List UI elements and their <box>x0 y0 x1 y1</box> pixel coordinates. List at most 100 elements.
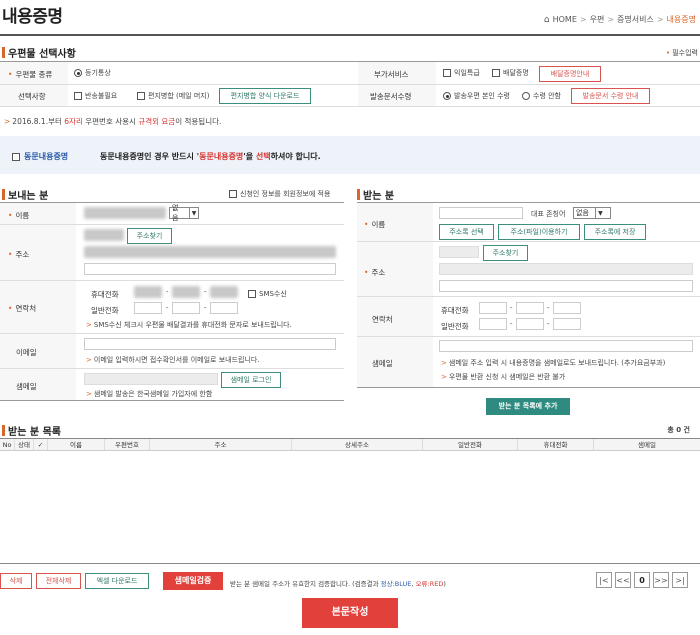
mail-options-title: 우편물 선택사항 <box>2 45 76 60</box>
prev-page-icon[interactable]: << <box>615 572 631 588</box>
no-return-checkbox[interactable] <box>74 92 82 100</box>
no-return-option[interactable]: 반송불필요 <box>74 91 117 101</box>
letter-merge-option[interactable]: 편지병합 (메일 머지) <box>137 91 209 101</box>
label-column <box>0 203 76 400</box>
col-name: 이름 <box>48 439 105 450</box>
mail-type-label: • 우편물 종류 <box>8 70 53 79</box>
sender-name-select[interactable]: 없음 ▼ <box>169 204 199 222</box>
add-receiver-button[interactable]: 받는 분 목록에 추가 <box>486 398 570 415</box>
breadcrumb-post[interactable]: 우편 <box>590 14 605 25</box>
next-day-checkbox[interactable] <box>443 69 451 77</box>
return-none-option[interactable]: 수령 안함 <box>522 91 561 101</box>
divider <box>0 400 344 401</box>
mail-type-option[interactable]: 등기통상 <box>74 68 111 78</box>
receiver-mobile-2[interactable] <box>516 302 544 314</box>
sender-samail-input[interactable] <box>84 373 218 385</box>
sender-mobile-2[interactable] <box>172 286 200 298</box>
sender-phone-2[interactable] <box>172 302 200 314</box>
sender-postcode-input[interactable] <box>84 229 124 241</box>
col-status: 상태 <box>15 439 34 450</box>
sender-phone-1[interactable] <box>134 302 162 314</box>
current-page[interactable]: 0 <box>634 572 650 588</box>
col-mobile: 휴대전화 <box>518 439 594 450</box>
sender-mobile-1[interactable] <box>134 286 162 298</box>
breadcrumb-cert[interactable]: 증명서비스 <box>617 14 654 25</box>
sender-mobile-3[interactable] <box>210 286 238 298</box>
apply-member-checkbox[interactable] <box>229 190 237 198</box>
sender-contact-label: • 연락처 <box>8 304 37 313</box>
divider <box>0 280 344 281</box>
sender-phone-label: 일반전화 <box>91 306 119 315</box>
breadcrumb-sep: > <box>607 15 615 24</box>
section-bar-icon <box>357 189 360 200</box>
letter-merge-checkbox[interactable] <box>137 92 145 100</box>
address-book-save-button[interactable]: 주소록에 저장 <box>584 224 646 240</box>
return-none-radio[interactable] <box>522 92 530 100</box>
receiver-mobile-1[interactable] <box>479 302 507 314</box>
receiver-mobile-3[interactable] <box>553 302 581 314</box>
sender-name-input[interactable] <box>84 207 166 219</box>
col-postcode: 우편번호 <box>105 439 150 450</box>
address-book-select-button[interactable]: 주소록 선택 <box>439 224 494 240</box>
delete-all-button[interactable]: 전체삭제 <box>36 573 81 589</box>
section-bar-icon <box>2 425 5 436</box>
sender-address-search-button[interactable]: 주소찾기 <box>127 228 172 244</box>
sender-email-label: 이메일 <box>16 348 37 357</box>
sender-address-input[interactable] <box>84 246 336 258</box>
delivery-proof-info-button[interactable]: 배달증명안내 <box>539 66 601 82</box>
addon-next-day[interactable]: 익일특급 <box>443 68 480 78</box>
divider <box>0 84 700 85</box>
mail-type-radio[interactable] <box>74 69 82 77</box>
divider <box>357 336 700 337</box>
receiver-rep-label: 대표 존칭어 <box>531 210 566 218</box>
receiver-rep-select[interactable]: 없음 ▼ <box>573 207 611 219</box>
receiver-address-input[interactable] <box>439 263 693 275</box>
sender-email-input[interactable] <box>84 338 336 350</box>
breadcrumb-home[interactable]: HOME <box>553 15 577 24</box>
receiver-phone-2[interactable] <box>516 318 544 330</box>
apply-member-option[interactable]: 신청인 정보를 회원정보에 적용 <box>229 189 330 199</box>
breadcrumb: ⌂ HOME > 우편 > 증명서비스 > 내용증명 <box>544 14 696 25</box>
samail-verify-button[interactable]: 샘메일검증 <box>163 572 223 590</box>
receiver-phone-3[interactable] <box>553 318 581 330</box>
sender-mobile-label: 휴대전화 <box>91 290 119 299</box>
delivery-proof-checkbox[interactable] <box>492 69 500 77</box>
receiver-samail-input[interactable] <box>439 340 693 352</box>
col-no: No <box>0 439 15 450</box>
first-page-icon[interactable]: |< <box>596 572 612 588</box>
receiver-address-search-button[interactable]: 주소찾기 <box>483 245 528 261</box>
return-self-radio[interactable] <box>443 92 451 100</box>
sender-phone-3[interactable] <box>210 302 238 314</box>
receiver-table-header: No 상태 ✓ 이름 우편번호 주소 상세주소 일반전화 휴대전화 샘메일 <box>0 438 700 451</box>
receiver-address-detail-input[interactable] <box>439 280 693 292</box>
merge-template-download-button[interactable]: 편지병합 양식 다운로드 <box>219 88 311 104</box>
sender-name-label: • 이름 <box>8 211 30 220</box>
delete-button[interactable]: 삭제 <box>0 573 32 589</box>
addon-delivery-proof[interactable]: 배달증명 <box>492 68 529 78</box>
same-content-checkbox[interactable] <box>12 152 20 161</box>
receiver-count: 총 0 건 <box>667 426 690 434</box>
address-file-button[interactable]: 주소(파일)이용하기 <box>498 224 580 240</box>
return-self-option[interactable]: 발송우편 본인 수령 <box>443 91 510 101</box>
sender-address-detail-input[interactable] <box>84 263 336 275</box>
required-note: • 필수입력 <box>665 49 698 57</box>
next-page-icon[interactable]: >> <box>653 572 669 588</box>
last-page-icon[interactable]: >| <box>672 572 688 588</box>
sender-title: 보내는 분 <box>2 187 48 202</box>
return-info-button[interactable]: 발송문서 수령 안내 <box>571 88 650 104</box>
receiver-name-input[interactable] <box>439 207 523 219</box>
receiver-postcode-input[interactable] <box>439 246 479 258</box>
excel-download-button[interactable]: 엑셀 다운로드 <box>85 573 149 589</box>
same-content-option[interactable]: 동문내용증명 <box>12 151 68 162</box>
sms-option[interactable]: SMS수신 <box>248 289 287 299</box>
col-select-all[interactable]: ✓ <box>34 439 48 450</box>
header-divider <box>0 34 700 36</box>
sms-checkbox[interactable] <box>248 290 256 298</box>
receiver-phone-1[interactable] <box>479 318 507 330</box>
col-samail: 샘메일 <box>638 441 656 449</box>
samail-note: > 샘메일 발송은 한국샘메일 가입자에 한함 <box>86 390 213 398</box>
write-body-button[interactable]: 본문작성 <box>302 598 398 628</box>
samail-login-button[interactable]: 샘메일 로그인 <box>221 372 281 388</box>
col-detail-address: 상세주소 <box>292 439 423 450</box>
receiver-mobile-label: 휴대전화 <box>441 306 469 315</box>
